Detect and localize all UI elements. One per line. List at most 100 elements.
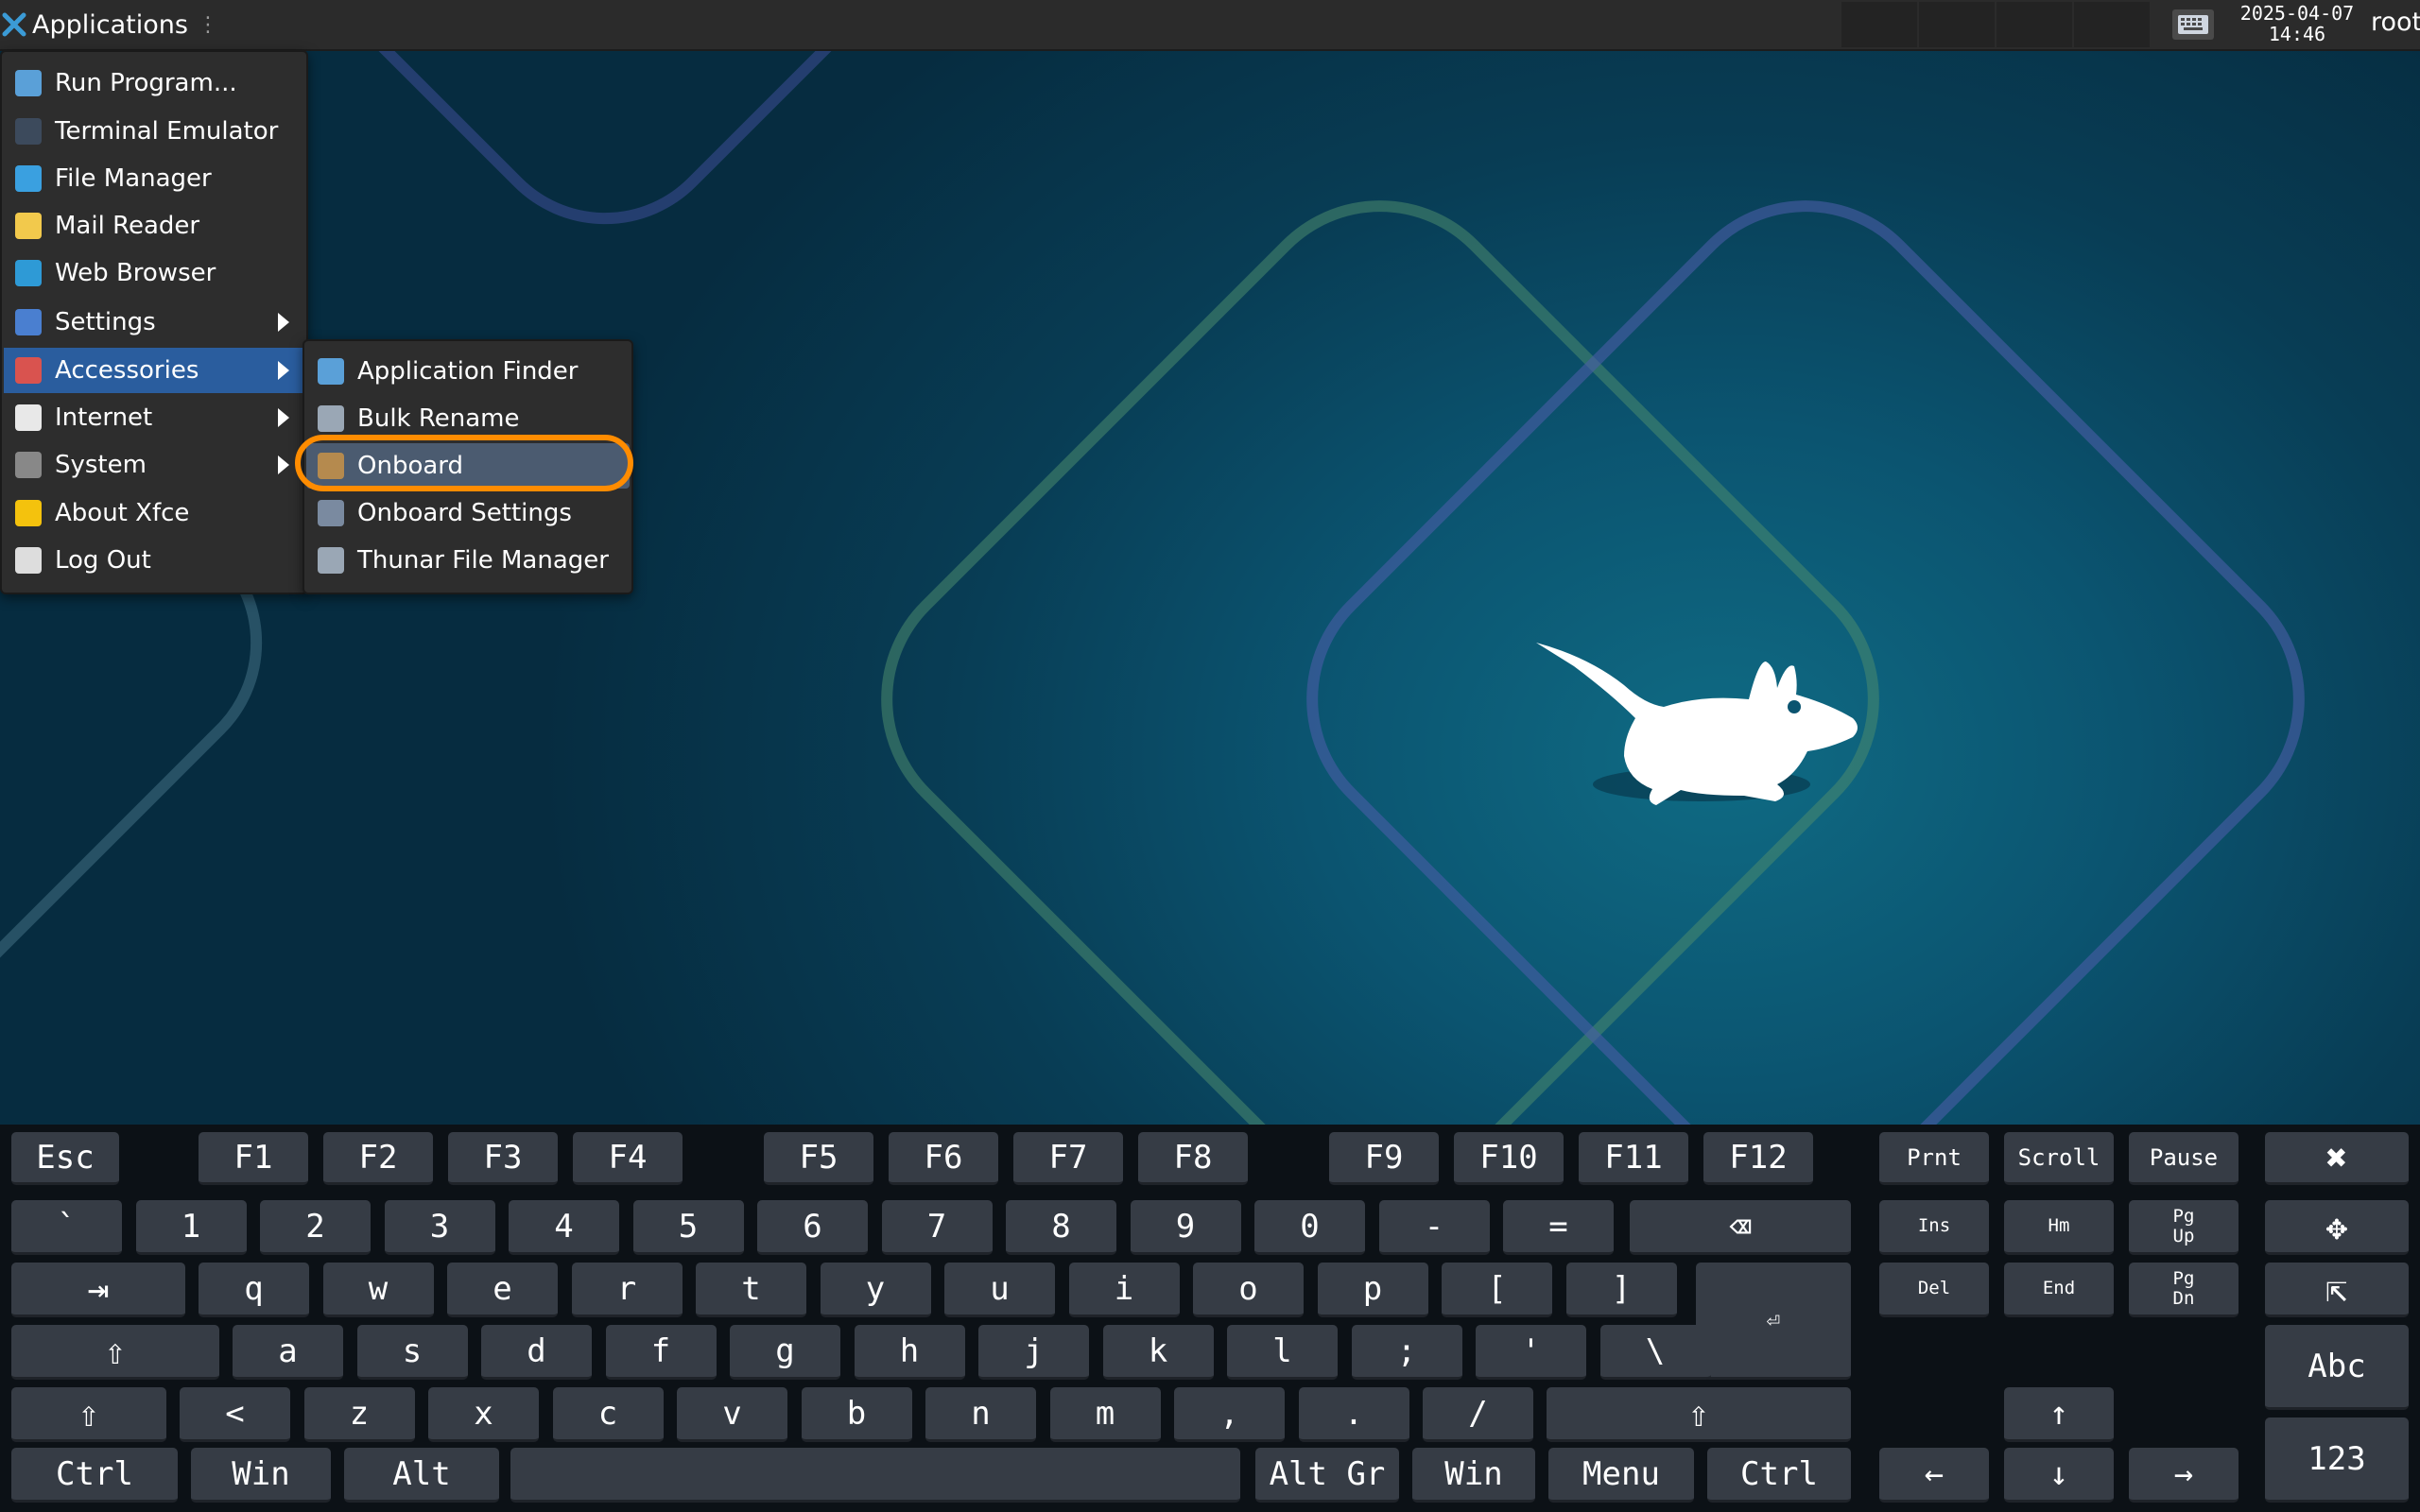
key-4[interactable]: 4 [509, 1200, 619, 1255]
menu-item-about-xfce[interactable]: About Xfce [4, 490, 304, 536]
menu-item-internet[interactable]: Internet [4, 395, 304, 440]
keyboard-pointer-button[interactable]: ⇱ [2265, 1263, 2409, 1317]
key-lbracket[interactable]: [ [1442, 1263, 1552, 1317]
key-5[interactable]: 5 [632, 1200, 744, 1255]
key-f10[interactable]: F10 [1454, 1132, 1564, 1185]
key-p[interactable]: p [1317, 1263, 1428, 1317]
menu-item-application-finder[interactable]: Application Finder [306, 349, 630, 394]
key-j[interactable]: j [978, 1325, 1089, 1380]
key-win-right[interactable]: Win [1412, 1448, 1535, 1503]
key-prnt[interactable]: Prnt [1879, 1132, 1989, 1185]
menu-item-onboard-settings[interactable]: Onboard Settings [306, 490, 630, 536]
key-f12[interactable]: F12 [1703, 1132, 1813, 1185]
keyboard-mode-123[interactable]: 123 [2265, 1418, 2409, 1503]
key-semicolon[interactable]: ; [1351, 1325, 1462, 1380]
key-pg-up[interactable]: Pg Up [2129, 1200, 2238, 1255]
key-backspace[interactable]: ⌫ [1630, 1200, 1851, 1255]
key-k[interactable]: k [1102, 1325, 1214, 1380]
key-u[interactable]: u [944, 1263, 1055, 1317]
key-q[interactable]: q [199, 1263, 309, 1317]
key-arrow-left[interactable]: ← [1879, 1448, 1989, 1503]
menu-item-settings[interactable]: Settings [4, 300, 304, 345]
key-minus[interactable]: - [1378, 1200, 1490, 1255]
menu-item-file-manager[interactable]: File Manager [4, 156, 304, 201]
key-alt[interactable]: Alt [344, 1448, 499, 1503]
key-l[interactable]: l [1227, 1325, 1338, 1380]
key-alt-gr[interactable]: Alt Gr [1255, 1448, 1399, 1503]
workspace-2[interactable] [1919, 2, 1995, 47]
key-menu[interactable]: Menu [1548, 1448, 1694, 1503]
key-ctrl-right[interactable]: Ctrl [1707, 1448, 1851, 1503]
key-h[interactable]: h [854, 1325, 965, 1380]
keyboard-move-button[interactable]: ✥ [2265, 1200, 2409, 1255]
key-period[interactable]: . [1298, 1387, 1409, 1442]
key-6[interactable]: 6 [757, 1200, 868, 1255]
panel-handle-icon[interactable]: ⋮ [198, 13, 218, 37]
menu-item-web-browser[interactable]: Web Browser [4, 250, 304, 296]
key-n[interactable]: n [925, 1387, 1036, 1442]
key-esc[interactable]: Esc [11, 1132, 119, 1185]
keyboard-close-button[interactable]: ✖ [2265, 1132, 2409, 1185]
key-less[interactable]: < [180, 1387, 290, 1442]
key-pg-dn[interactable]: Pg Dn [2129, 1263, 2238, 1317]
key-f[interactable]: f [605, 1325, 717, 1380]
workspace-3[interactable] [1996, 2, 2072, 47]
key-win[interactable]: Win [191, 1448, 331, 1503]
key-f3[interactable]: F3 [448, 1132, 558, 1185]
key-f6[interactable]: F6 [889, 1132, 998, 1185]
user-name[interactable]: root [2371, 8, 2420, 37]
key-8[interactable]: 8 [1006, 1200, 1116, 1255]
menu-item-accessories[interactable]: Accessories [4, 348, 304, 393]
key-enter[interactable]: ⏎ [1696, 1263, 1851, 1380]
menu-item-run-program[interactable]: Run Program... [4, 60, 304, 106]
key-f5[interactable]: F5 [764, 1132, 873, 1185]
key-t[interactable]: t [696, 1263, 806, 1317]
key-arrow-right[interactable]: → [2129, 1448, 2238, 1503]
key-f8[interactable]: F8 [1138, 1132, 1248, 1185]
key-equals[interactable]: = [1503, 1200, 1614, 1255]
applications-menu-button[interactable]: Applications ⋮ [2, 0, 218, 49]
key-del[interactable]: Del [1879, 1263, 1989, 1317]
key-f4[interactable]: F4 [573, 1132, 683, 1185]
key-f9[interactable]: F9 [1329, 1132, 1439, 1185]
key-3[interactable]: 3 [384, 1200, 495, 1255]
key-0[interactable]: 0 [1254, 1200, 1365, 1255]
key-space[interactable] [510, 1448, 1240, 1503]
key-w[interactable]: w [322, 1263, 434, 1317]
key-f2[interactable]: F2 [323, 1132, 433, 1185]
key-b[interactable]: b [801, 1387, 912, 1442]
key-m[interactable]: m [1049, 1387, 1161, 1442]
keyboard-mode-abc[interactable]: Abc [2265, 1325, 2409, 1410]
key-2[interactable]: 2 [260, 1200, 371, 1255]
key-rbracket[interactable]: ] [1565, 1263, 1677, 1317]
key-o[interactable]: o [1193, 1263, 1304, 1317]
key-7[interactable]: 7 [881, 1200, 993, 1255]
key-f1[interactable]: F1 [199, 1132, 308, 1185]
key-arrow-up[interactable]: ↑ [2004, 1387, 2114, 1442]
menu-item-thunar-file-manager[interactable]: Thunar File Manager [306, 538, 630, 583]
menu-item-system[interactable]: System [4, 442, 304, 488]
menu-item-log-out[interactable]: Log Out [4, 538, 304, 583]
menu-item-terminal-emulator[interactable]: Terminal Emulator [4, 109, 304, 154]
key-slash[interactable]: / [1423, 1387, 1533, 1442]
key-pause[interactable]: Pause [2129, 1132, 2238, 1185]
key-9[interactable]: 9 [1130, 1200, 1241, 1255]
key-arrow-down[interactable]: ↓ [2004, 1448, 2114, 1503]
key-end[interactable]: End [2004, 1263, 2114, 1317]
key-i[interactable]: i [1068, 1263, 1180, 1317]
key-x[interactable]: x [428, 1387, 539, 1442]
onboard-tray-keyboard-icon[interactable] [2172, 9, 2214, 40]
key-e[interactable]: e [447, 1263, 558, 1317]
key-c[interactable]: c [552, 1387, 664, 1442]
key-hm[interactable]: Hm [2004, 1200, 2114, 1255]
workspace-1[interactable] [1841, 2, 1917, 47]
key-d[interactable]: d [481, 1325, 592, 1380]
key-r[interactable]: r [571, 1263, 683, 1317]
key-f11[interactable]: F11 [1579, 1132, 1688, 1185]
key-comma[interactable]: , [1174, 1387, 1285, 1442]
key-y[interactable]: y [820, 1263, 931, 1317]
key-s[interactable]: s [356, 1325, 468, 1380]
key-quote[interactable]: ' [1476, 1325, 1586, 1380]
key-tab[interactable]: ⇥ [11, 1263, 185, 1317]
key-1[interactable]: 1 [135, 1200, 247, 1255]
